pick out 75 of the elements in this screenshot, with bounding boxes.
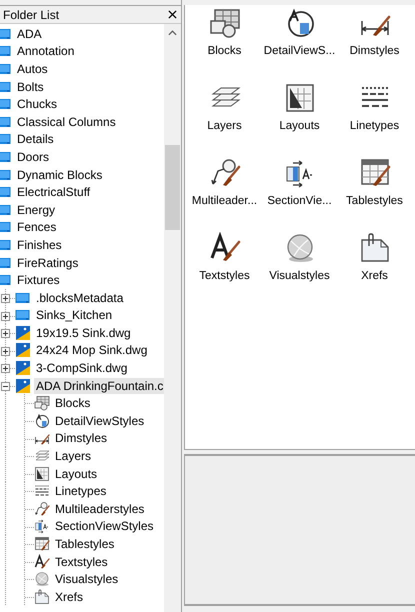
expander-icon[interactable]: [1, 364, 10, 374]
item-label[interactable]: Multileader...: [192, 195, 258, 207]
tree-item[interactable]: ElectricalStuff: [15, 184, 92, 200]
tree-item[interactable]: ADA: [15, 26, 44, 42]
panel-title: Folder List: [3, 8, 60, 22]
drawing-file-icon: [15, 342, 31, 358]
tree-item[interactable]: Details: [15, 131, 56, 148]
tree-item[interactable]: Chucks: [15, 96, 60, 112]
tree-item[interactable]: Layers: [53, 448, 94, 464]
item-label[interactable]: Dimstyles: [350, 45, 400, 57]
clipped-page-icon: [358, 232, 390, 264]
scrollbar-thumb[interactable]: [165, 145, 180, 230]
tree-item[interactable]: DetailViewStyles: [53, 412, 146, 429]
tree-item[interactable]: .blocksMetadata: [34, 290, 126, 306]
tree-item[interactable]: Bolts: [15, 78, 46, 95]
scroll-up-icon[interactable]: [168, 30, 177, 36]
layout-sheet-icon: [34, 466, 50, 482]
tree-item[interactable]: Tablestyles: [53, 536, 116, 552]
tree-item[interactable]: Doors: [15, 148, 52, 165]
item-label[interactable]: DetailViewS...: [264, 45, 336, 57]
tree-item[interactable]: Textstyles: [53, 554, 110, 570]
table-brush-icon: [34, 536, 50, 552]
leader-brush-icon: [34, 500, 50, 517]
scrollbar[interactable]: [164, 24, 181, 612]
letter-brush-icon: [208, 232, 240, 264]
item-label[interactable]: Blocks: [208, 45, 242, 57]
sphere-icon: [34, 571, 50, 588]
item-label[interactable]: Layers: [207, 120, 242, 132]
block-grid-icon: [34, 395, 50, 412]
tree-item[interactable]: SectionViewStyles: [53, 518, 156, 534]
tree-item[interactable]: Visualstyles: [53, 571, 120, 588]
expander-icon[interactable]: [1, 312, 10, 320]
item-label[interactable]: Visualstyles: [269, 270, 330, 282]
item-label[interactable]: Layouts: [279, 120, 320, 132]
item-label[interactable]: Textstyles: [199, 270, 250, 282]
tree-item[interactable]: Sinks_Kitchen: [34, 307, 114, 324]
tree-item[interactable]: Dynamic Blocks: [15, 166, 104, 183]
tree-item[interactable]: Energy: [15, 202, 58, 218]
detail-view-icon: [34, 412, 50, 429]
letter-brush-icon: [34, 554, 50, 570]
expander-icon[interactable]: [1, 382, 10, 391]
drawing-file-icon: [15, 378, 31, 394]
drawing-file-icon: [15, 324, 31, 341]
close-icon[interactable]: [168, 10, 177, 19]
tree-item[interactable]: Dimstyles: [53, 430, 110, 446]
clipped-page-icon: [34, 588, 50, 605]
drawing-file-icon: [15, 360, 31, 376]
tree-item[interactable]: Layouts: [53, 466, 100, 482]
item-label[interactable]: SectionVie...: [267, 195, 332, 207]
tree-item[interactable]: Multileaderstyles: [53, 500, 146, 517]
layout-sheet-icon: [284, 82, 316, 114]
section-view-icon: [34, 518, 50, 534]
tree-item[interactable]: Autos: [15, 60, 50, 77]
tree-item[interactable]: Finishes: [15, 236, 64, 253]
item-label[interactable]: Linetypes: [350, 120, 400, 132]
expander-icon[interactable]: [1, 346, 10, 356]
tree-item[interactable]: Xrefs: [53, 588, 86, 605]
table-brush-icon: [358, 157, 390, 189]
tree-item[interactable]: Classical Columns: [15, 114, 118, 130]
tree-item[interactable]: 19x19.5 Sink.dwg: [34, 324, 133, 341]
tree-item[interactable]: ADA DrinkingFountain.c: [34, 378, 164, 394]
tree-item[interactable]: FireRatings: [15, 254, 80, 271]
block-grid-icon: [208, 7, 240, 39]
leader-brush-icon: [208, 157, 240, 189]
tree-item[interactable]: Annotation: [15, 43, 76, 60]
tree-item[interactable]: Linetypes: [53, 483, 108, 500]
tree-item[interactable]: Blocks: [53, 395, 92, 412]
tree-item[interactable]: Fences: [15, 219, 58, 236]
tree-item[interactable]: Fixtures: [15, 272, 62, 288]
tree-item[interactable]: 24x24 Mop Sink.dwg: [34, 342, 150, 358]
expander-icon[interactable]: [1, 329, 10, 338]
item-label[interactable]: Xrefs: [361, 270, 388, 282]
expander-icon[interactable]: [1, 294, 10, 303]
tree-item[interactable]: 3-CompSink.dwg: [34, 360, 130, 376]
item-label[interactable]: Tablestyles: [346, 195, 403, 207]
